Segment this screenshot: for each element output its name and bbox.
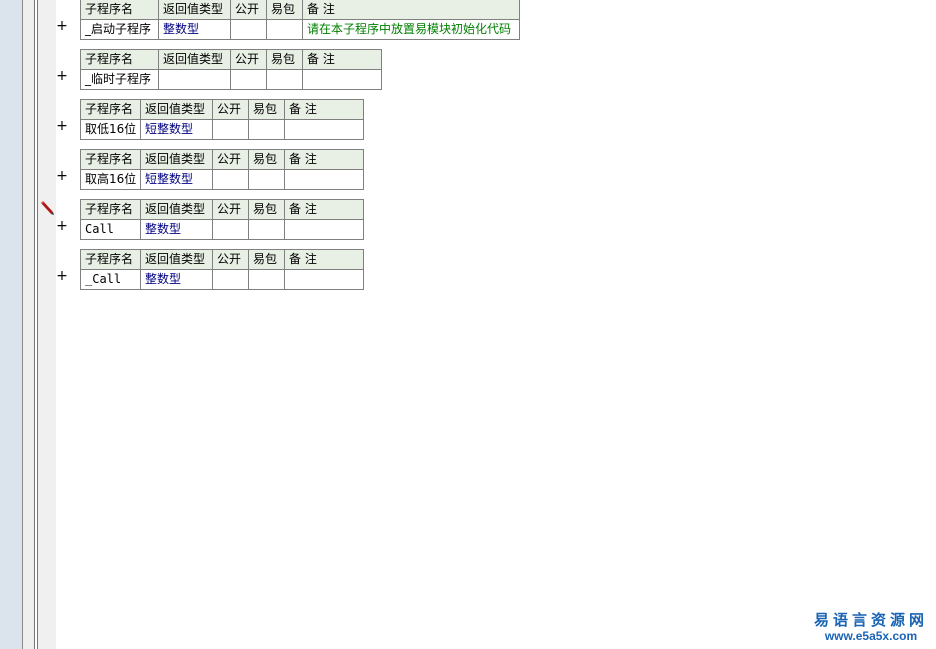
header-note: 备 注: [302, 49, 382, 70]
subprogram-table: 子程序名 返回值类型 公开 易包 备 注 取高16位 短整数型: [80, 149, 364, 190]
return-type-cell[interactable]: 整数型: [140, 269, 213, 290]
marker-gutter: [38, 0, 56, 649]
expand-toggle[interactable]: +: [56, 169, 68, 183]
header-return-type: 返回值类型: [140, 99, 213, 120]
table-header-row: 子程序名 返回值类型 公开 易包 备 注: [80, 49, 382, 70]
expand-toggle[interactable]: +: [56, 219, 68, 233]
return-type-cell[interactable]: 整数型: [158, 19, 231, 40]
subprogram-name-cell[interactable]: Call: [80, 219, 141, 240]
table-header-row: 子程序名 返回值类型 公开 易包 备 注: [80, 199, 364, 220]
table-header-row: 子程序名 返回值类型 公开 易包 备 注: [80, 249, 364, 270]
table-header-row: 子程序名 返回值类型 公开 易包 备 注: [80, 0, 520, 20]
header-return-type: 返回值类型: [158, 49, 231, 70]
subprogram-name-cell[interactable]: 取低16位: [80, 119, 141, 140]
expand-toggle[interactable]: +: [56, 19, 68, 33]
header-name: 子程序名: [80, 99, 141, 120]
expand-toggle[interactable]: +: [56, 269, 68, 283]
public-cell[interactable]: [230, 19, 267, 40]
public-cell[interactable]: [212, 119, 249, 140]
expand-toggle[interactable]: +: [56, 119, 68, 133]
table-row: 取低16位 短整数型: [80, 119, 364, 140]
header-public: 公开: [212, 99, 249, 120]
code-fold-gutter: [23, 0, 34, 649]
subprogram-name-cell[interactable]: _Call: [80, 269, 141, 290]
public-cell[interactable]: [212, 269, 249, 290]
header-easy-pack: 易包: [248, 149, 285, 170]
table-row: 取高16位 短整数型: [80, 169, 364, 190]
header-note: 备 注: [284, 99, 364, 120]
return-type-cell[interactable]: 短整数型: [140, 119, 213, 140]
header-public: 公开: [212, 149, 249, 170]
watermark-url: www.e5a5x.com: [824, 629, 918, 643]
easy-pack-cell[interactable]: [248, 219, 285, 240]
pencil-icon: [41, 201, 54, 215]
note-cell[interactable]: [284, 119, 364, 140]
note-cell[interactable]: [284, 219, 364, 240]
header-easy-pack: 易包: [248, 249, 285, 270]
header-easy-pack: 易包: [266, 0, 303, 20]
subprogram-block: + 子程序名 返回值类型 公开 易包 备 注 取低16位 短整数型: [56, 99, 364, 140]
return-type-cell[interactable]: 整数型: [140, 219, 213, 240]
watermark-title: 易语言资源网: [813, 611, 928, 629]
public-cell[interactable]: [212, 219, 249, 240]
header-name: 子程序名: [80, 199, 141, 220]
subprogram-block: + 子程序名 返回值类型 公开 易包 备 注 _启动子程序 整数型 请在本子程序…: [56, 0, 520, 40]
header-return-type: 返回值类型: [140, 149, 213, 170]
site-watermark: 易语言资源网 www.e5a5x.com: [814, 611, 928, 643]
header-note: 备 注: [284, 149, 364, 170]
header-return-type: 返回值类型: [140, 199, 213, 220]
easy-pack-cell[interactable]: [248, 119, 285, 140]
table-row: Call 整数型: [80, 219, 364, 240]
subprogram-table: 子程序名 返回值类型 公开 易包 备 注 Call 整数型: [80, 199, 364, 240]
subprogram-block: + 子程序名 返回值类型 公开 易包 备 注 _临时子程序: [56, 49, 382, 90]
subprogram-table: 子程序名 返回值类型 公开 易包 备 注 _临时子程序: [80, 49, 382, 90]
header-easy-pack: 易包: [248, 99, 285, 120]
subprogram-table: 子程序名 返回值类型 公开 易包 备 注 取低16位 短整数型: [80, 99, 364, 140]
header-public: 公开: [230, 49, 267, 70]
public-cell[interactable]: [212, 169, 249, 190]
header-easy-pack: 易包: [248, 199, 285, 220]
easy-pack-cell[interactable]: [248, 269, 285, 290]
subprogram-block: + 子程序名 返回值类型 公开 易包 备 注 Call 整数型: [56, 199, 364, 240]
header-public: 公开: [230, 0, 267, 20]
subprogram-table: 子程序名 返回值类型 公开 易包 备 注 _启动子程序 整数型 请在本子程序中放…: [80, 0, 520, 40]
note-cell[interactable]: [284, 169, 364, 190]
easy-pack-cell[interactable]: [248, 169, 285, 190]
header-name: 子程序名: [80, 49, 159, 70]
header-public: 公开: [212, 199, 249, 220]
header-easy-pack: 易包: [266, 49, 303, 70]
table-header-row: 子程序名 返回值类型 公开 易包 备 注: [80, 149, 364, 170]
header-note: 备 注: [284, 199, 364, 220]
table-row: _临时子程序: [80, 69, 382, 90]
note-cell[interactable]: [284, 269, 364, 290]
note-cell[interactable]: 请在本子程序中放置易模块初始化代码: [302, 19, 520, 40]
subprogram-table: 子程序名 返回值类型 公开 易包 备 注 _Call 整数型: [80, 249, 364, 290]
subprogram-name-cell[interactable]: 取高16位: [80, 169, 141, 190]
expand-toggle[interactable]: +: [56, 69, 68, 83]
header-public: 公开: [212, 249, 249, 270]
table-row: _Call 整数型: [80, 269, 364, 290]
return-type-cell[interactable]: 短整数型: [140, 169, 213, 190]
header-name: 子程序名: [80, 0, 159, 20]
header-note: 备 注: [284, 249, 364, 270]
table-row: _启动子程序 整数型 请在本子程序中放置易模块初始化代码: [80, 19, 520, 40]
header-return-type: 返回值类型: [140, 249, 213, 270]
table-header-row: 子程序名 返回值类型 公开 易包 备 注: [80, 99, 364, 120]
header-note: 备 注: [302, 0, 520, 20]
public-cell[interactable]: [230, 69, 267, 90]
header-name: 子程序名: [80, 249, 141, 270]
easy-pack-cell[interactable]: [266, 69, 303, 90]
header-return-type: 返回值类型: [158, 0, 231, 20]
header-name: 子程序名: [80, 149, 141, 170]
easy-pack-cell[interactable]: [266, 19, 303, 40]
subprogram-block: + 子程序名 返回值类型 公开 易包 备 注 _Call 整数型: [56, 249, 364, 290]
subprogram-name-cell[interactable]: _临时子程序: [80, 69, 159, 90]
subprogram-name-cell[interactable]: _启动子程序: [80, 19, 159, 40]
note-cell[interactable]: [302, 69, 382, 90]
left-margin-gutter: [0, 0, 22, 649]
subprogram-block: + 子程序名 返回值类型 公开 易包 备 注 取高16位 短整数型: [56, 149, 364, 190]
return-type-cell[interactable]: [158, 69, 231, 90]
